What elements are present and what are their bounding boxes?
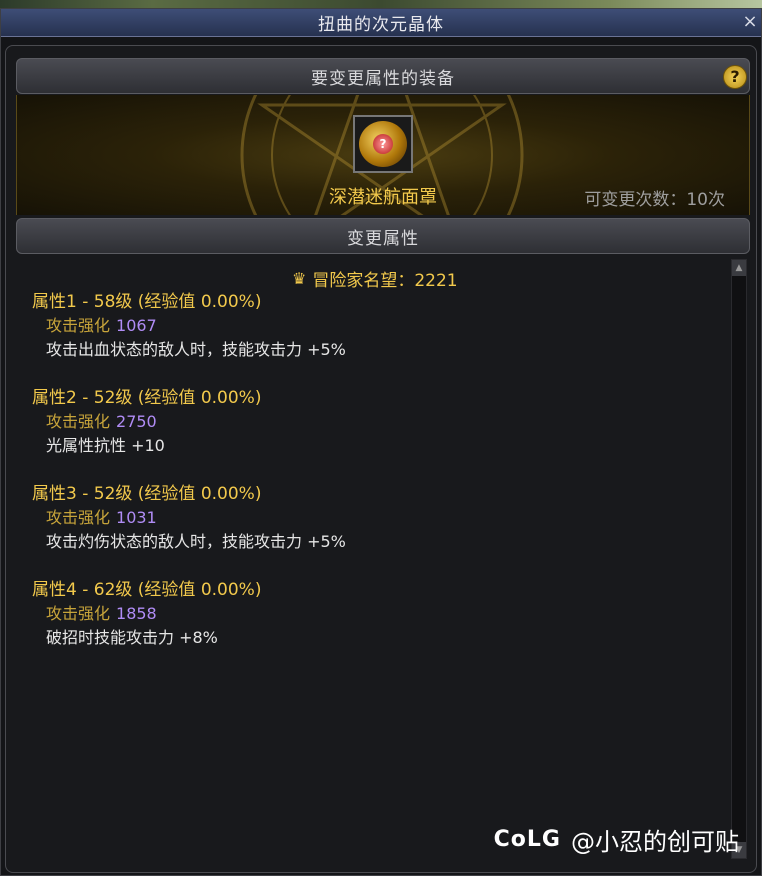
close-icon[interactable]: ×: [741, 12, 759, 32]
title-bar[interactable]: 扭曲的次元晶体 ×: [1, 9, 761, 37]
attribute-title: 属性4 - 62级 (经验值 0.00%): [32, 580, 262, 600]
window-title: 扭曲的次元晶体: [318, 15, 444, 35]
equip-panel: ? 深潜迷航面罩 可变更次数：10次: [16, 95, 750, 215]
attribute-effect: 破招时技能攻击力 +8%: [46, 628, 218, 647]
change-count: 可变更次数：10次: [584, 190, 725, 210]
gem-icon: ?: [373, 134, 393, 154]
attribute-block: 属性4 - 62级 (经验值 0.00%) 攻击强化 1858 破招时技能攻击力 …: [32, 578, 632, 650]
crystal-window: 扭曲的次元晶体 × 要变更属性的装备 ? ? 深潜迷航面罩 可变更次数：10次 …: [0, 8, 762, 876]
attribute-effect: 攻击灼伤状态的敌人时，技能攻击力 +5%: [46, 532, 346, 551]
fame-label: 冒险家名望：2221: [312, 271, 458, 291]
attribute-block: 属性3 - 52级 (经验值 0.00%) 攻击强化 1031 攻击灼伤状态的敌人…: [32, 482, 632, 554]
attribute-list: ♛ 冒险家名望：2221 属性1 - 58级 (经验值 0.00%) 攻击强化 1…: [16, 258, 732, 840]
scroll-up-icon[interactable]: ▲: [732, 260, 746, 276]
boost-value: 1858: [116, 604, 157, 623]
attribute-title: 属性3 - 52级 (经验值 0.00%): [32, 484, 262, 504]
attribute-effect: 光属性抗性 +10: [46, 436, 165, 455]
boost-label: 攻击强化: [46, 508, 111, 527]
attribute-boost: 攻击强化 1031: [32, 506, 632, 530]
boost-label: 攻击强化: [46, 412, 111, 431]
content-frame: 要变更属性的装备 ? ? 深潜迷航面罩 可变更次数：10次 变更属性 ♛ 冒险家…: [5, 45, 757, 873]
boost-value: 2750: [116, 412, 157, 431]
attribute-block: 属性1 - 58级 (经验值 0.00%) 攻击强化 1067 攻击出血状态的敌人…: [32, 290, 632, 362]
equipment-slot[interactable]: ?: [353, 115, 413, 173]
boost-value: 1031: [116, 508, 157, 527]
attribute-title: 属性2 - 52级 (经验值 0.00%): [32, 388, 262, 408]
colg-logo: CoLG: [493, 827, 561, 852]
attr-section-title: 变更属性: [347, 228, 419, 249]
help-icon[interactable]: ?: [723, 65, 747, 89]
attribute-boost: 攻击强化 1858: [32, 602, 632, 626]
attribute-boost: 攻击强化 2750: [32, 410, 632, 434]
attribute-title: 属性1 - 58级 (经验值 0.00%): [32, 292, 262, 312]
equip-section-title: 要变更属性的装备: [311, 68, 455, 89]
scrollbar[interactable]: ▲ ▼: [731, 259, 747, 859]
adventurer-fame: ♛ 冒险家名望：2221: [292, 266, 458, 291]
equipment-name: 深潜迷航面罩: [329, 187, 437, 208]
attr-section-header: 变更属性: [16, 218, 750, 254]
equip-section-header: 要变更属性的装备 ?: [16, 58, 750, 94]
mask-item-icon: ?: [359, 121, 407, 167]
boost-value: 1067: [116, 316, 157, 335]
watermark: CoLG @小忍的创可贴: [494, 822, 739, 857]
attribute-boost: 攻击强化 1067: [32, 314, 632, 338]
boost-label: 攻击强化: [46, 316, 111, 335]
attribute-block: 属性2 - 52级 (经验值 0.00%) 攻击强化 2750 光属性抗性 +10: [32, 386, 632, 458]
boost-label: 攻击强化: [46, 604, 111, 623]
attribute-effect: 攻击出血状态的敌人时，技能攻击力 +5%: [46, 340, 346, 359]
crown-icon: ♛: [292, 269, 307, 288]
watermark-text: @小忍的创可贴: [571, 828, 739, 856]
